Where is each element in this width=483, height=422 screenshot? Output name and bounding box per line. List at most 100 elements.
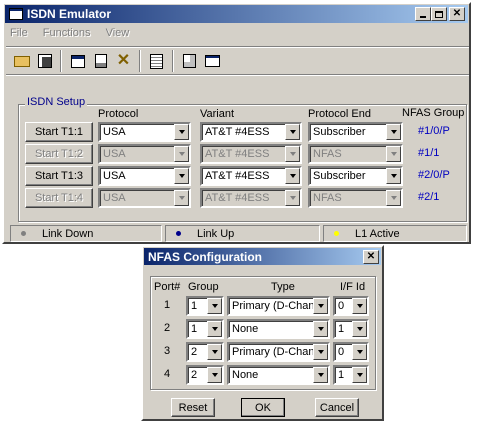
save-disk-icon bbox=[37, 54, 52, 68]
variant-select-value: AT&T #4ESS bbox=[205, 126, 270, 138]
reset-button[interactable]: Reset bbox=[171, 398, 215, 417]
dropdown-button[interactable] bbox=[352, 367, 367, 383]
ok-button[interactable]: OK bbox=[241, 398, 285, 417]
dropdown-button[interactable] bbox=[285, 124, 300, 140]
dropdown-button[interactable] bbox=[285, 168, 300, 184]
group-select-value: 1 bbox=[191, 323, 198, 335]
dropdown-button[interactable] bbox=[313, 298, 328, 314]
dialog-title-bar[interactable]: NFAS Configuration ✕ bbox=[144, 248, 381, 265]
window-button[interactable] bbox=[66, 50, 89, 72]
dropdown-button[interactable] bbox=[352, 298, 367, 314]
menu-view[interactable]: View bbox=[106, 27, 130, 39]
dialog-title: NFAS Configuration bbox=[148, 249, 262, 264]
type-header: Type bbox=[271, 281, 295, 293]
dropdown-button[interactable] bbox=[352, 344, 367, 360]
window-icon bbox=[70, 54, 85, 68]
status-dot-icon bbox=[334, 231, 339, 236]
chevron-down-icon bbox=[211, 373, 218, 377]
if-id-select[interactable]: 0 bbox=[333, 296, 369, 316]
save-button[interactable] bbox=[33, 50, 56, 72]
chevron-down-icon bbox=[289, 174, 296, 178]
dropdown-button[interactable] bbox=[352, 321, 367, 337]
dropdown-button[interactable] bbox=[313, 321, 328, 337]
document-list-icon bbox=[150, 53, 163, 69]
variant-select[interactable]: AT&T #4ESS bbox=[200, 122, 302, 142]
dropdown-button[interactable] bbox=[386, 124, 401, 140]
group-select[interactable]: 1 bbox=[186, 319, 224, 339]
dropdown-button[interactable] bbox=[207, 367, 222, 383]
dropdown-button bbox=[174, 190, 189, 206]
group-select[interactable]: 2 bbox=[186, 342, 224, 362]
if-id-select[interactable]: 1 bbox=[333, 365, 369, 385]
if-id-select[interactable]: 1 bbox=[333, 319, 369, 339]
protocol-header: Protocol bbox=[98, 108, 139, 120]
start-t1-button[interactable]: Start T1:3 bbox=[25, 166, 93, 186]
variant-select[interactable]: AT&T #4ESS bbox=[200, 166, 302, 186]
toolbar-separator bbox=[172, 50, 174, 72]
protocol-select-value: USA bbox=[103, 192, 126, 204]
protocol-select[interactable]: USA bbox=[98, 122, 191, 142]
protocol-end-select[interactable]: Subscriber bbox=[308, 122, 403, 142]
dropdown-button[interactable] bbox=[174, 124, 189, 140]
protocol-select-value: USA bbox=[103, 148, 126, 160]
dropdown-button[interactable] bbox=[207, 344, 222, 360]
protocol-end-select-value: Subscriber bbox=[313, 126, 366, 138]
dropdown-button[interactable] bbox=[386, 168, 401, 184]
if-id-select-value: 0 bbox=[338, 346, 345, 358]
status-l1-active: L1 Active bbox=[323, 225, 467, 242]
group-select[interactable]: 2 bbox=[186, 365, 224, 385]
dropdown-button[interactable] bbox=[207, 321, 222, 337]
dropdown-button bbox=[285, 190, 300, 206]
close-button[interactable]: ✕ bbox=[449, 7, 465, 21]
toolbar: ✕ bbox=[6, 46, 469, 76]
title-bar[interactable]: ISDN Emulator ✕ bbox=[5, 5, 468, 23]
type-select[interactable]: Primary (D-Chann bbox=[227, 296, 330, 316]
search-document-button[interactable] bbox=[178, 50, 201, 72]
port-number: 2 bbox=[164, 322, 171, 334]
start-t1-button[interactable]: Start T1:1 bbox=[25, 122, 93, 142]
chevron-down-icon bbox=[356, 373, 363, 377]
disconnect-button[interactable]: ✕ bbox=[112, 50, 135, 72]
open-button[interactable] bbox=[10, 50, 33, 72]
status-dot-icon bbox=[21, 231, 26, 236]
chevron-down-icon bbox=[178, 130, 185, 134]
type-select-value: Primary (D-Chann bbox=[232, 346, 313, 358]
status-link-up: Link Up bbox=[165, 225, 320, 242]
chevron-down-icon bbox=[289, 196, 296, 200]
dropdown-button[interactable] bbox=[313, 367, 328, 383]
dropdown-button bbox=[386, 190, 401, 206]
if-id-select[interactable]: 0 bbox=[333, 342, 369, 362]
dropdown-button[interactable] bbox=[174, 168, 189, 184]
properties-button[interactable] bbox=[89, 50, 112, 72]
protocol-end-select-value: NFAS bbox=[313, 192, 342, 204]
nfas-group-value: #1/1 bbox=[418, 147, 440, 159]
chevron-down-icon bbox=[390, 196, 397, 200]
menu-functions[interactable]: Functions bbox=[43, 27, 91, 39]
if-id-header: I/F Id bbox=[340, 281, 366, 293]
type-select[interactable]: None bbox=[227, 319, 330, 339]
dialog-close-button[interactable]: ✕ bbox=[363, 249, 379, 264]
group-select-value: 2 bbox=[191, 346, 198, 358]
status-label: Link Down bbox=[42, 227, 94, 240]
maximize-button[interactable] bbox=[431, 7, 447, 21]
variant-select-value: AT&T #4ESS bbox=[205, 192, 270, 204]
type-select[interactable]: None bbox=[227, 365, 330, 385]
terminal-window-button[interactable] bbox=[201, 50, 224, 72]
protocol-select[interactable]: USA bbox=[98, 166, 191, 186]
dropdown-button[interactable] bbox=[207, 298, 222, 314]
if-id-select-value: 1 bbox=[338, 323, 345, 335]
group-select[interactable]: 1 bbox=[186, 296, 224, 316]
document-list-button[interactable] bbox=[145, 50, 168, 72]
dropdown-button[interactable] bbox=[313, 344, 328, 360]
group-select-value: 2 bbox=[191, 369, 198, 381]
type-select[interactable]: Primary (D-Chann bbox=[227, 342, 330, 362]
chevron-down-icon bbox=[356, 350, 363, 354]
menu-file[interactable]: File bbox=[10, 27, 28, 39]
chevron-down-icon bbox=[178, 152, 185, 156]
protocol-select-value: USA bbox=[103, 170, 126, 182]
protocol-end-select[interactable]: Subscriber bbox=[308, 166, 403, 186]
variant-select-value: AT&T #4ESS bbox=[205, 148, 270, 160]
minimize-button[interactable] bbox=[415, 7, 431, 21]
main-window: ISDN Emulator ✕ File Functions View ✕ IS… bbox=[2, 2, 471, 244]
cancel-button[interactable]: Cancel bbox=[315, 398, 359, 417]
